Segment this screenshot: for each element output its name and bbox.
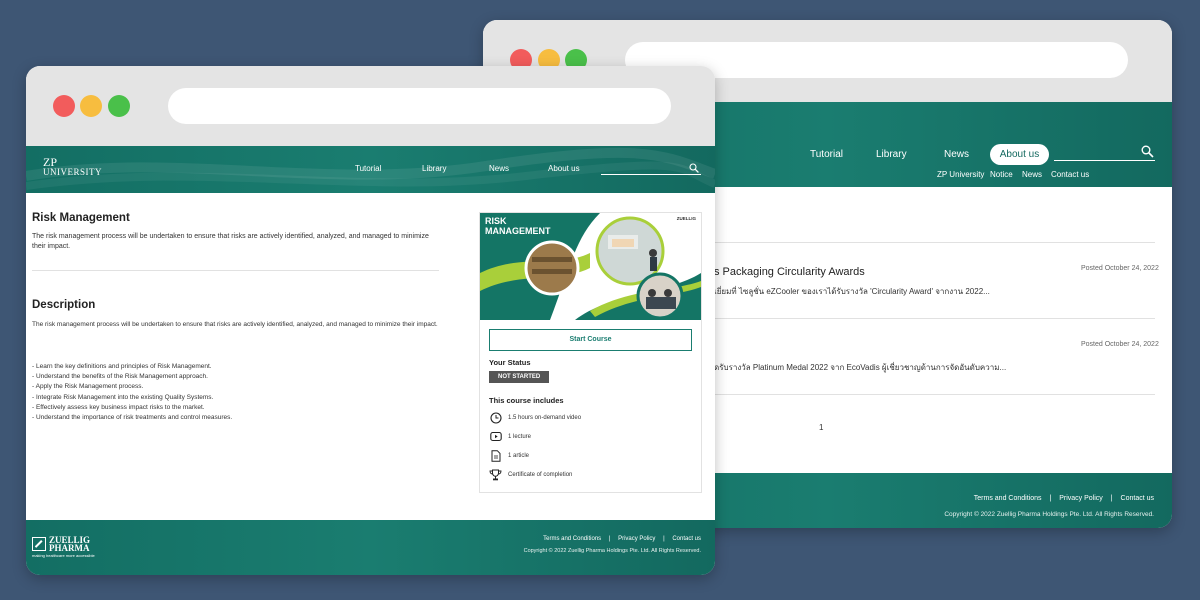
document-icon bbox=[488, 449, 503, 462]
list-item: - Understand the importance of risk trea… bbox=[32, 414, 233, 422]
video-icon bbox=[488, 430, 503, 443]
nav-tutorial[interactable]: Tutorial bbox=[355, 164, 381, 173]
nav-news[interactable]: News bbox=[944, 149, 969, 160]
list-item: - Learn the key definitions and principl… bbox=[32, 363, 212, 370]
subnav-news[interactable]: News bbox=[1022, 170, 1042, 179]
nav-tutorial[interactable]: Tutorial bbox=[810, 149, 843, 160]
minimize-dot-icon[interactable] bbox=[80, 95, 102, 117]
course-title: Risk Management bbox=[32, 212, 130, 224]
status-heading: Your Status bbox=[489, 358, 531, 367]
search-icon[interactable] bbox=[1141, 145, 1154, 158]
browser-chrome bbox=[26, 66, 715, 146]
clock-icon bbox=[488, 411, 503, 424]
footer-contact-link[interactable]: Contact us bbox=[1121, 495, 1154, 502]
thumbnail-title-line2: MANAGEMENT bbox=[485, 226, 551, 236]
search-input[interactable] bbox=[601, 174, 701, 175]
footer-privacy-link[interactable]: Privacy Policy bbox=[618, 536, 655, 542]
nav-news[interactable]: News bbox=[489, 164, 509, 173]
footer-terms-link[interactable]: Terms and Conditions bbox=[974, 495, 1042, 502]
post-excerpt: เยี่ยมที่ ไซลูชั่น eZCooler ของเราได้รับ… bbox=[714, 287, 990, 296]
footer-copyright: Copyright © 2022 Zuellig Pharma Holdings… bbox=[523, 548, 701, 554]
zuellig-pharma-logo[interactable]: ZUELLIG PHARMA making healthcare more ac… bbox=[32, 536, 95, 558]
course-page: Risk Management The risk management proc… bbox=[26, 193, 715, 520]
description-text: The risk management process will be unde… bbox=[32, 321, 438, 328]
close-dot-icon[interactable] bbox=[53, 95, 75, 117]
include-article: 1 article bbox=[488, 449, 529, 462]
post-title[interactable]: s Packaging Circularity Awards bbox=[714, 266, 865, 278]
site-header: ZP UNIVERSITY Tutorial Library News Abou… bbox=[26, 146, 715, 193]
list-item: - Integrate Risk Management into the exi… bbox=[32, 393, 214, 401]
nav-library[interactable]: Library bbox=[422, 164, 446, 173]
maximize-dot-icon[interactable] bbox=[108, 95, 130, 117]
post-excerpt: ดรับรางวัล Platinum Medal 2022 จาก EcoVa… bbox=[714, 363, 1007, 372]
nav-library[interactable]: Library bbox=[876, 149, 907, 160]
status-badge: NOT STARTED bbox=[489, 371, 550, 383]
pagination-page-1[interactable]: 1 bbox=[819, 423, 823, 432]
nav-about-us[interactable]: About us bbox=[548, 164, 580, 173]
subnav-contact-us[interactable]: Contact us bbox=[1051, 170, 1089, 179]
includes-heading: This course includes bbox=[489, 396, 564, 405]
thumbnail-title-line1: RISK bbox=[485, 216, 507, 226]
footer-copyright: Copyright © 2022 Zuellig Pharma Holdings… bbox=[944, 511, 1154, 518]
trophy-icon bbox=[488, 468, 503, 481]
list-item: - Effectively assess key business impact… bbox=[32, 403, 205, 411]
address-bar[interactable] bbox=[168, 88, 671, 124]
objectives-list: - Learn the key definitions and principl… bbox=[32, 362, 232, 423]
post-date: Posted October 24, 2022 bbox=[1081, 341, 1159, 348]
subnav-zp-university[interactable]: ZP University bbox=[937, 170, 984, 179]
list-item: - Apply the Risk Management process. bbox=[32, 383, 144, 391]
list-item: - Understand the benefits of the Risk Ma… bbox=[32, 373, 208, 381]
footer-separator: | bbox=[663, 536, 665, 542]
subnav-notice[interactable]: Notice bbox=[990, 170, 1013, 179]
start-course-button[interactable]: Start Course bbox=[489, 329, 692, 351]
footer-contact-link[interactable]: Contact us bbox=[672, 536, 701, 542]
footer-terms-link[interactable]: Terms and Conditions bbox=[543, 536, 601, 542]
search-input[interactable] bbox=[1054, 160, 1155, 161]
front-browser-window: ZP UNIVERSITY Tutorial Library News Abou… bbox=[26, 66, 715, 575]
post-date: Posted October 24, 2022 bbox=[1081, 265, 1159, 272]
course-summary: The risk management process will be unde… bbox=[32, 233, 429, 250]
thumbnail-brand-logo: ZUELLIG bbox=[676, 216, 696, 221]
search-icon[interactable] bbox=[689, 163, 699, 173]
site-footer: ZUELLIG PHARMA making healthcare more ac… bbox=[26, 520, 715, 575]
nav-about-us[interactable]: About us bbox=[990, 144, 1049, 165]
include-lecture: 1 lecture bbox=[488, 430, 531, 443]
zuellig-mark-icon bbox=[32, 537, 46, 551]
footer-separator: | bbox=[1110, 495, 1113, 502]
description-heading: Description bbox=[32, 299, 96, 311]
include-certificate: Certificate of completion bbox=[488, 468, 572, 481]
footer-separator: | bbox=[1049, 495, 1052, 502]
course-thumbnail: RISK MANAGEMENT ZUELLIG bbox=[480, 213, 701, 320]
include-video-hours: 1.5 hours on-demand video bbox=[488, 411, 581, 424]
footer-privacy-link[interactable]: Privacy Policy bbox=[1059, 495, 1103, 502]
course-card: RISK MANAGEMENT ZUELLIG Start Course You… bbox=[479, 212, 702, 493]
footer-tagline: making healthcare more accessible bbox=[32, 553, 95, 558]
footer-separator: | bbox=[608, 536, 611, 542]
zp-university-logo[interactable]: ZP UNIVERSITY bbox=[43, 156, 102, 177]
